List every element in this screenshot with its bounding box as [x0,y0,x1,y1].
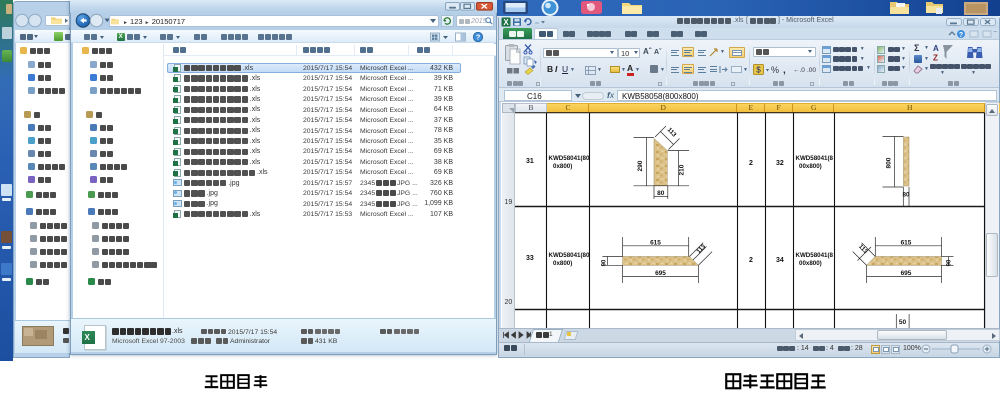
svg-text:210: 210 [679,164,686,175]
svg-text:113: 113 [857,243,869,255]
svg-text:113: 113 [666,126,678,138]
svg-text:Z: Z [933,54,938,62]
svg-text:.00: .00 [807,67,816,74]
svg-text:X: X [503,18,509,27]
svg-text:90: 90 [602,259,608,266]
svg-text:?: ? [959,32,963,38]
svg-text:695: 695 [655,270,666,277]
svg-text:290: 290 [637,160,644,171]
svg-text:?: ? [476,33,481,42]
svg-text:50: 50 [899,319,907,326]
svg-text:80: 80 [657,190,665,197]
svg-text:%: % [771,65,779,75]
svg-text:615: 615 [901,239,912,246]
svg-text:,: , [783,65,786,75]
svg-text:←.0: ←.0 [793,67,805,74]
svg-text:695: 695 [901,270,912,277]
svg-text:80: 80 [903,192,910,199]
svg-text:800: 800 [886,157,893,168]
svg-text:A: A [933,44,939,53]
svg-text:615: 615 [650,239,661,246]
svg-text:113: 113 [695,243,707,255]
svg-text:90: 90 [947,259,953,266]
svg-text:$: $ [756,66,761,75]
